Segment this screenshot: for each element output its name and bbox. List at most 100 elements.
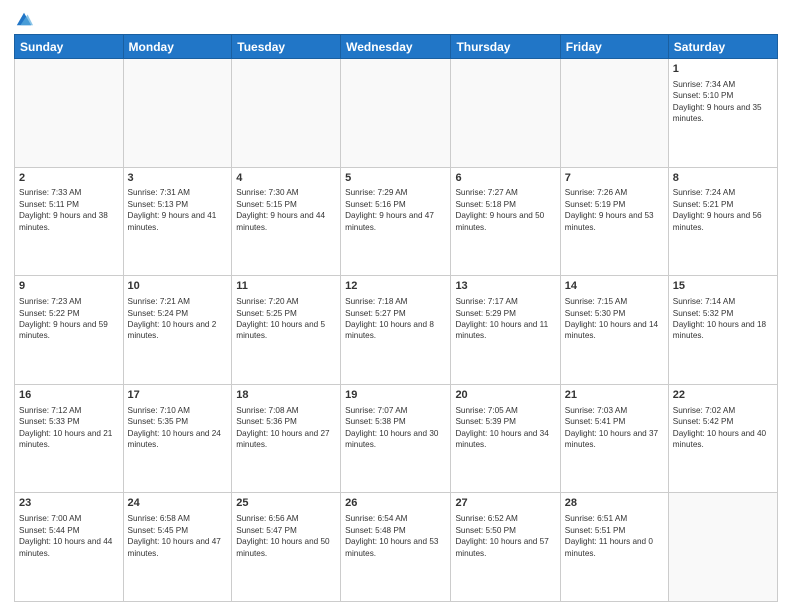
logo-icon xyxy=(15,10,33,28)
day-number: 14 xyxy=(565,279,664,294)
calendar-cell xyxy=(451,59,560,168)
calendar-week-5: 23 Sunrise: 7:00 AM Sunset: 5:44 PM Dayli… xyxy=(15,493,778,602)
calendar-cell: 28 Sunrise: 6:51 AM Sunset: 5:51 PM Dayli… xyxy=(560,493,668,602)
day-info: Sunrise: 7:29 AM Sunset: 5:16 PM Dayligh… xyxy=(345,187,446,233)
calendar-cell xyxy=(668,493,777,602)
day-info: Sunrise: 7:34 AM Sunset: 5:10 PM Dayligh… xyxy=(673,79,773,125)
calendar-cell: 23 Sunrise: 7:00 AM Sunset: 5:44 PM Dayli… xyxy=(15,493,124,602)
weekday-thursday: Thursday xyxy=(451,35,560,59)
calendar-cell: 5Sunrise: 7:29 AM Sunset: 5:16 PM Daylig… xyxy=(341,167,451,276)
day-number: 9 xyxy=(19,279,119,294)
calendar-week-4: 16Sunrise: 7:12 AM Sunset: 5:33 PM Dayli… xyxy=(15,384,778,493)
calendar-cell: 14 Sunrise: 7:15 AM Sunset: 5:30 PM Dayli… xyxy=(560,276,668,385)
calendar-cell: 7Sunrise: 7:26 AM Sunset: 5:19 PM Daylig… xyxy=(560,167,668,276)
day-number: 22 xyxy=(673,388,773,403)
calendar-cell: 11 Sunrise: 7:20 AM Sunset: 5:25 PM Dayli… xyxy=(232,276,341,385)
day-number: 17 xyxy=(128,388,228,403)
weekday-friday: Friday xyxy=(560,35,668,59)
calendar-table: SundayMondayTuesdayWednesdayThursdayFrid… xyxy=(14,34,778,602)
day-number: 6 xyxy=(455,171,555,186)
day-info: Sunrise: 7:15 AM Sunset: 5:30 PM Dayligh… xyxy=(565,296,664,342)
day-info: Sunrise: 7:00 AM Sunset: 5:44 PM Dayligh… xyxy=(19,513,119,559)
weekday-sunday: Sunday xyxy=(15,35,124,59)
day-number: 19 xyxy=(345,388,446,403)
day-info: Sunrise: 7:18 AM Sunset: 5:27 PM Dayligh… xyxy=(345,296,446,342)
calendar-cell xyxy=(15,59,124,168)
calendar-cell: 3Sunrise: 7:31 AM Sunset: 5:13 PM Daylig… xyxy=(123,167,232,276)
day-number: 11 xyxy=(236,279,336,294)
day-info: Sunrise: 7:10 AM Sunset: 5:35 PM Dayligh… xyxy=(128,405,228,451)
day-info: Sunrise: 7:07 AM Sunset: 5:38 PM Dayligh… xyxy=(345,405,446,451)
calendar-cell: 21 Sunrise: 7:03 AM Sunset: 5:41 PM Dayli… xyxy=(560,384,668,493)
day-info: Sunrise: 7:30 AM Sunset: 5:15 PM Dayligh… xyxy=(236,187,336,233)
day-info: Sunrise: 7:14 AM Sunset: 5:32 PM Dayligh… xyxy=(673,296,773,342)
calendar-cell: 25 Sunrise: 6:56 AM Sunset: 5:47 PM Dayli… xyxy=(232,493,341,602)
calendar-cell: 18 Sunrise: 7:08 AM Sunset: 5:36 PM Dayli… xyxy=(232,384,341,493)
calendar-cell: 10 Sunrise: 7:21 AM Sunset: 5:24 PM Dayli… xyxy=(123,276,232,385)
day-info: Sunrise: 7:02 AM Sunset: 5:42 PM Dayligh… xyxy=(673,405,773,451)
calendar-cell: 20Sunrise: 7:05 AM Sunset: 5:39 PM Dayli… xyxy=(451,384,560,493)
day-number: 28 xyxy=(565,496,664,511)
day-info: Sunrise: 7:31 AM Sunset: 5:13 PM Dayligh… xyxy=(128,187,228,233)
calendar-cell: 26 Sunrise: 6:54 AM Sunset: 5:48 PM Dayli… xyxy=(341,493,451,602)
logo xyxy=(14,10,34,28)
day-info: Sunrise: 6:56 AM Sunset: 5:47 PM Dayligh… xyxy=(236,513,336,559)
day-number: 2 xyxy=(19,171,119,186)
calendar-cell: 2Sunrise: 7:33 AM Sunset: 5:11 PM Daylig… xyxy=(15,167,124,276)
day-info: Sunrise: 7:26 AM Sunset: 5:19 PM Dayligh… xyxy=(565,187,664,233)
calendar-cell xyxy=(341,59,451,168)
day-number: 1 xyxy=(673,62,773,77)
weekday-monday: Monday xyxy=(123,35,232,59)
weekday-tuesday: Tuesday xyxy=(232,35,341,59)
day-info: Sunrise: 7:17 AM Sunset: 5:29 PM Dayligh… xyxy=(455,296,555,342)
calendar-cell: 4Sunrise: 7:30 AM Sunset: 5:15 PM Daylig… xyxy=(232,167,341,276)
day-info: Sunrise: 7:08 AM Sunset: 5:36 PM Dayligh… xyxy=(236,405,336,451)
day-info: Sunrise: 7:23 AM Sunset: 5:22 PM Dayligh… xyxy=(19,296,119,342)
calendar-cell: 17 Sunrise: 7:10 AM Sunset: 5:35 PM Dayli… xyxy=(123,384,232,493)
calendar-cell xyxy=(232,59,341,168)
day-number: 4 xyxy=(236,171,336,186)
day-number: 23 xyxy=(19,496,119,511)
day-info: Sunrise: 6:51 AM Sunset: 5:51 PM Dayligh… xyxy=(565,513,664,559)
day-number: 5 xyxy=(345,171,446,186)
calendar-cell: 16Sunrise: 7:12 AM Sunset: 5:33 PM Dayli… xyxy=(15,384,124,493)
day-number: 13 xyxy=(455,279,555,294)
day-number: 18 xyxy=(236,388,336,403)
day-info: Sunrise: 7:12 AM Sunset: 5:33 PM Dayligh… xyxy=(19,405,119,451)
day-info: Sunrise: 7:33 AM Sunset: 5:11 PM Dayligh… xyxy=(19,187,119,233)
day-info: Sunrise: 7:20 AM Sunset: 5:25 PM Dayligh… xyxy=(236,296,336,342)
calendar-cell xyxy=(560,59,668,168)
calendar-cell xyxy=(123,59,232,168)
day-number: 24 xyxy=(128,496,228,511)
day-info: Sunrise: 7:27 AM Sunset: 5:18 PM Dayligh… xyxy=(455,187,555,233)
weekday-header-row: SundayMondayTuesdayWednesdayThursdayFrid… xyxy=(15,35,778,59)
calendar-week-1: 1 Sunrise: 7:34 AM Sunset: 5:10 PM Daylig… xyxy=(15,59,778,168)
day-number: 10 xyxy=(128,279,228,294)
day-number: 21 xyxy=(565,388,664,403)
day-info: Sunrise: 6:58 AM Sunset: 5:45 PM Dayligh… xyxy=(128,513,228,559)
day-info: Sunrise: 7:21 AM Sunset: 5:24 PM Dayligh… xyxy=(128,296,228,342)
day-number: 25 xyxy=(236,496,336,511)
calendar-cell: 22 Sunrise: 7:02 AM Sunset: 5:42 PM Dayli… xyxy=(668,384,777,493)
calendar-cell: 24 Sunrise: 6:58 AM Sunset: 5:45 PM Dayli… xyxy=(123,493,232,602)
day-number: 15 xyxy=(673,279,773,294)
day-number: 8 xyxy=(673,171,773,186)
calendar-cell: 9 Sunrise: 7:23 AM Sunset: 5:22 PM Daylig… xyxy=(15,276,124,385)
day-number: 12 xyxy=(345,279,446,294)
day-number: 20 xyxy=(455,388,555,403)
day-number: 27 xyxy=(455,496,555,511)
calendar-cell: 13 Sunrise: 7:17 AM Sunset: 5:29 PM Dayli… xyxy=(451,276,560,385)
calendar-cell: 1 Sunrise: 7:34 AM Sunset: 5:10 PM Daylig… xyxy=(668,59,777,168)
day-info: Sunrise: 6:54 AM Sunset: 5:48 PM Dayligh… xyxy=(345,513,446,559)
day-number: 7 xyxy=(565,171,664,186)
weekday-saturday: Saturday xyxy=(668,35,777,59)
calendar-cell: 27Sunrise: 6:52 AM Sunset: 5:50 PM Dayli… xyxy=(451,493,560,602)
calendar-cell: 8Sunrise: 7:24 AM Sunset: 5:21 PM Daylig… xyxy=(668,167,777,276)
weekday-wednesday: Wednesday xyxy=(341,35,451,59)
day-info: Sunrise: 7:24 AM Sunset: 5:21 PM Dayligh… xyxy=(673,187,773,233)
day-info: Sunrise: 7:03 AM Sunset: 5:41 PM Dayligh… xyxy=(565,405,664,451)
calendar-cell: 12 Sunrise: 7:18 AM Sunset: 5:27 PM Dayli… xyxy=(341,276,451,385)
page: SundayMondayTuesdayWednesdayThursdayFrid… xyxy=(0,0,792,612)
calendar-cell: 15 Sunrise: 7:14 AM Sunset: 5:32 PM Dayli… xyxy=(668,276,777,385)
day-number: 26 xyxy=(345,496,446,511)
